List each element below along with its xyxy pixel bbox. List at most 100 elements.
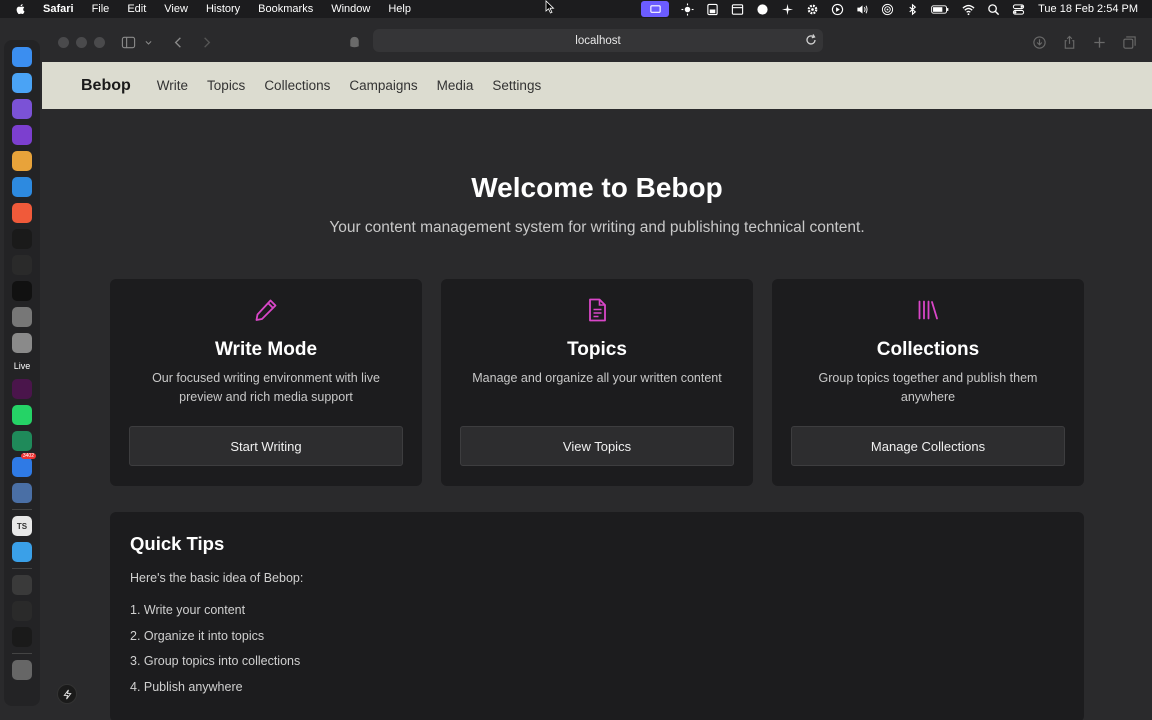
dock-separator (12, 653, 32, 654)
dock-live-label[interactable]: Live (14, 361, 31, 371)
url-text: localhost (575, 34, 621, 47)
nav-campaigns[interactable]: Campaigns (349, 78, 417, 93)
bluetooth-icon[interactable] (905, 2, 919, 16)
spotify-icon[interactable] (12, 229, 32, 249)
browser-toolbar: localhost (42, 22, 1152, 62)
dock-separator (12, 568, 32, 569)
finder-icon[interactable] (12, 47, 32, 67)
card-description: Our focused writing environment with liv… (152, 371, 380, 404)
tip-item: 2. Organize it into topics (130, 628, 265, 643)
forward-icon[interactable] (197, 33, 215, 51)
reload-icon[interactable] (804, 33, 818, 47)
menu-view[interactable]: View (164, 3, 188, 15)
chrome-icon[interactable] (12, 151, 32, 171)
tips-intro: Here's the basic idea of Bebop: (130, 571, 304, 585)
page-subtitle: Your content management system for writi… (329, 219, 865, 236)
card-topics: Topics Manage and organize all your writ… (441, 279, 753, 486)
menu-clock[interactable]: Tue 18 Feb 2:54 PM (1038, 3, 1138, 15)
apple-menu-icon[interactable] (15, 2, 29, 16)
gear-icon[interactable] (805, 2, 819, 16)
menu-app-name[interactable]: Safari (43, 3, 74, 15)
menu-bar: Safari File Edit View History Bookmarks … (0, 0, 1152, 18)
tips-title: Quick Tips (130, 533, 225, 554)
chevron-down-icon[interactable] (142, 33, 154, 51)
sidebar-toggle-icon[interactable] (119, 33, 137, 51)
start-writing-button[interactable]: Start Writing (129, 426, 403, 466)
downloads-icon[interactable] (1030, 33, 1048, 51)
card-title: Collections (876, 339, 980, 360)
document-icon (441, 296, 753, 324)
calculator-icon[interactable] (12, 333, 32, 353)
nav-collections[interactable]: Collections (264, 78, 330, 93)
nav-write[interactable]: Write (157, 78, 188, 93)
menu-history[interactable]: History (206, 3, 240, 15)
app-navbar: Bebop Write Topics Collections Campaigns… (42, 62, 1152, 109)
volume-icon[interactable] (855, 2, 869, 16)
pencil-icon (110, 296, 422, 324)
privacy-shield-icon[interactable] (345, 33, 363, 51)
card-write-mode: Write Mode Our focused writing environme… (110, 279, 422, 486)
minimize-window-button[interactable] (76, 36, 87, 48)
menu-edit[interactable]: Edit (127, 3, 146, 15)
nav-topics[interactable]: Topics (207, 78, 245, 93)
close-window-button[interactable] (58, 36, 69, 48)
obsidian-icon[interactable] (12, 99, 32, 119)
system-settings-icon[interactable] (12, 307, 32, 327)
card-title: Write Mode (214, 339, 318, 360)
window-controls (58, 36, 105, 48)
library-icon (772, 296, 1084, 324)
cursor-app-icon[interactable] (12, 255, 32, 275)
window-thumbnail-icon[interactable] (12, 575, 32, 595)
page-title: Welcome to Bebop (471, 172, 723, 203)
trash-icon[interactable] (12, 660, 32, 680)
window-icon[interactable] (730, 2, 744, 16)
brightness-icon[interactable] (680, 2, 694, 16)
manage-collections-button[interactable]: Manage Collections (791, 426, 1065, 466)
terminal-icon[interactable] (12, 281, 32, 301)
whatsapp-icon[interactable] (12, 405, 32, 425)
cloud-icon[interactable] (755, 2, 769, 16)
vscode-icon[interactable] (12, 177, 32, 197)
new-tab-icon[interactable] (1090, 33, 1108, 51)
address-bar[interactable]: localhost (373, 29, 823, 52)
card-description: Group topics together and publish them a… (818, 371, 1038, 404)
typescript-file-icon[interactable]: TS (12, 516, 32, 536)
share-icon[interactable] (1060, 33, 1078, 51)
screen-record-icon[interactable] (641, 1, 670, 17)
menu-file[interactable]: File (92, 3, 110, 15)
nav-settings[interactable]: Settings (492, 78, 541, 93)
play-icon[interactable] (830, 2, 844, 16)
menu-window[interactable]: Window (331, 3, 370, 15)
card-title: Topics (567, 339, 627, 360)
battery-icon[interactable] (930, 2, 950, 16)
github-desktop-icon[interactable] (12, 125, 32, 145)
tip-item: 1. Write your content (130, 603, 246, 617)
fan-icon[interactable] (780, 2, 794, 16)
slack-icon[interactable] (12, 379, 32, 399)
back-icon[interactable] (169, 33, 187, 51)
menu-bookmarks[interactable]: Bookmarks (258, 3, 313, 15)
window-thumbnail-icon-3[interactable] (12, 627, 32, 647)
menu-help[interactable]: Help (388, 3, 411, 15)
airdrop-icon[interactable] (880, 2, 894, 16)
wifi-icon[interactable] (961, 2, 975, 16)
safari-icon[interactable] (12, 73, 32, 93)
tab-overview-icon[interactable] (1120, 33, 1138, 51)
scanner-icon[interactable] (12, 431, 32, 451)
folder-icon[interactable] (12, 542, 32, 562)
preview-icon[interactable] (12, 483, 32, 503)
search-icon[interactable] (986, 2, 1000, 16)
card-description: Manage and organize all your written con… (472, 371, 722, 385)
raycast-icon[interactable] (12, 203, 32, 223)
dev-tools-bolt-icon[interactable] (57, 684, 77, 704)
control-center-icon[interactable] (1011, 2, 1025, 16)
tips-list: 1. Write your content 2. Organize it int… (130, 603, 300, 706)
view-topics-button[interactable]: View Topics (460, 426, 734, 466)
zoom-window-button[interactable] (94, 36, 105, 48)
nav-media[interactable]: Media (437, 78, 474, 93)
brand-logo[interactable]: Bebop (81, 77, 131, 95)
display-icon[interactable] (705, 2, 719, 16)
dock-separator (12, 509, 32, 510)
mail-icon[interactable]: 3402 (12, 453, 36, 477)
window-thumbnail-icon-2[interactable] (12, 601, 32, 621)
